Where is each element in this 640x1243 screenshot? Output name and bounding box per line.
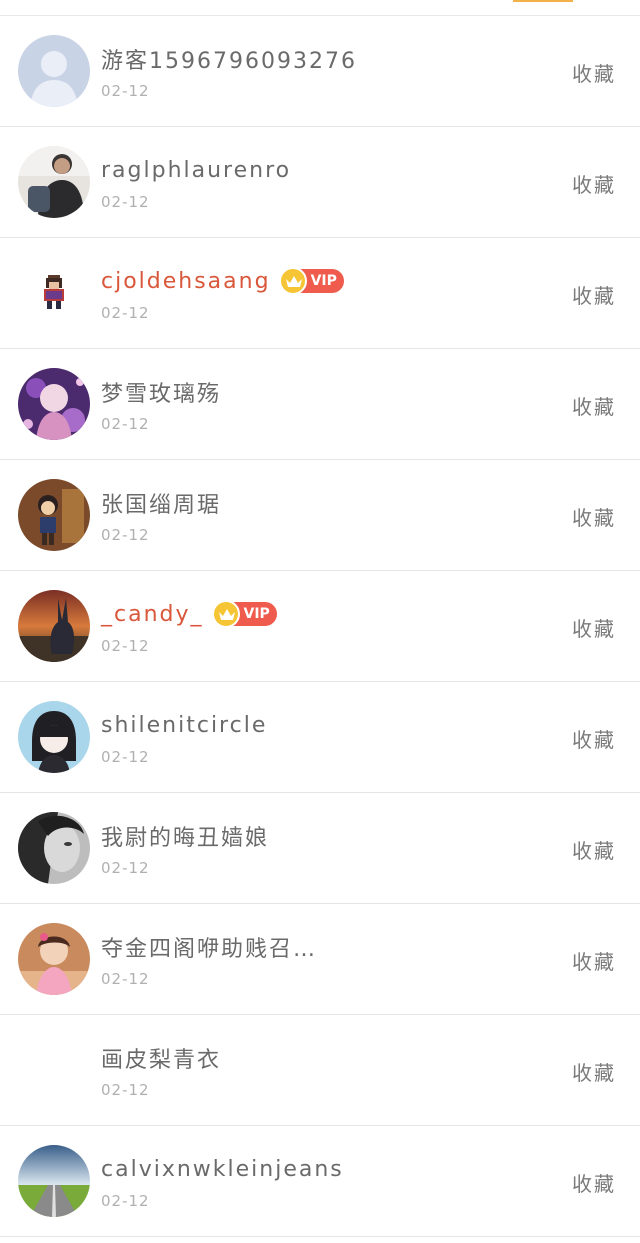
top-bar xyxy=(0,0,640,16)
vip-label: VIP xyxy=(243,606,270,622)
favorite-button[interactable]: 收藏 xyxy=(572,1168,616,1197)
favorite-button[interactable]: 收藏 xyxy=(572,391,616,420)
user-name[interactable]: 游客1596796093276 xyxy=(101,43,357,75)
anime-girl-avatar[interactable] xyxy=(18,368,90,440)
name-line: _candy_ VIP xyxy=(101,597,277,631)
vip-badge: VIP xyxy=(278,267,344,295)
favorite-button[interactable]: 收藏 xyxy=(572,946,616,975)
anime-girl-blue-avatar[interactable] xyxy=(18,701,90,773)
name-line: shilenitcircle xyxy=(101,708,267,742)
list-item[interactable]: 夺金四阁咿助贱召… 02-12 收藏 xyxy=(0,904,640,1015)
list-item[interactable]: 梦雪玫璃殇 02-12 收藏 xyxy=(0,349,640,460)
date-label: 02-12 xyxy=(101,637,150,655)
favorite-button[interactable]: 收藏 xyxy=(572,835,616,864)
user-name[interactable]: _candy_ xyxy=(101,602,204,627)
favorite-button[interactable]: 收藏 xyxy=(572,169,616,198)
list-item[interactable]: raglphlaurenro 02-12 收藏 xyxy=(0,127,640,238)
pixel-character-avatar[interactable] xyxy=(41,275,67,309)
user-name[interactable]: 画皮梨青衣 xyxy=(101,1042,221,1074)
user-name[interactable]: raglphlaurenro xyxy=(101,158,291,183)
favorite-button[interactable]: 收藏 xyxy=(572,724,616,753)
crown-icon xyxy=(278,267,307,295)
list-item[interactable]: cjoldehsaang VIP 02-12 收藏 xyxy=(0,238,640,349)
default-user-avatar[interactable] xyxy=(18,35,90,107)
name-line: raglphlaurenro xyxy=(101,153,291,187)
crown-icon xyxy=(211,600,240,628)
user-name[interactable]: shilenitcircle xyxy=(101,713,267,738)
user-name[interactable]: 夺金四阁咿助贱召… xyxy=(101,931,317,963)
name-line: cjoldehsaang VIP xyxy=(101,264,344,298)
favorite-button[interactable]: 收藏 xyxy=(572,1057,616,1086)
list-item[interactable]: 画皮梨青衣 02-12 收藏 xyxy=(0,1015,640,1126)
name-line: 梦雪玫璃殇 xyxy=(101,375,221,409)
date-label: 02-12 xyxy=(101,970,150,988)
name-line: 夺金四阁咿助贱召… xyxy=(101,930,317,964)
road-landscape-avatar[interactable] xyxy=(18,1145,90,1217)
date-label: 02-12 xyxy=(101,1192,150,1210)
photo-avatar[interactable] xyxy=(18,146,90,218)
favorite-button[interactable]: 收藏 xyxy=(572,613,616,642)
favorite-button[interactable]: 收藏 xyxy=(572,280,616,309)
user-list: 游客1596796093276 02-12 收藏 raglphlaurenro … xyxy=(0,16,640,1237)
date-label: 02-12 xyxy=(101,748,150,766)
grayscale-portrait-avatar[interactable] xyxy=(18,812,90,884)
favorite-button[interactable]: 收藏 xyxy=(572,58,616,87)
name-line: 游客1596796093276 xyxy=(101,42,357,76)
sunset-rabbit-avatar[interactable] xyxy=(18,590,90,662)
name-line: 我尉的晦丑嫱娘 xyxy=(101,819,269,853)
list-item[interactable]: _candy_ VIP 02-12 收藏 xyxy=(0,571,640,682)
user-name[interactable]: 梦雪玫璃殇 xyxy=(101,376,221,408)
date-label: 02-12 xyxy=(101,859,150,877)
tab-indicator xyxy=(513,0,573,2)
list-item[interactable]: 游客1596796093276 02-12 收藏 xyxy=(0,16,640,127)
date-label: 02-12 xyxy=(101,304,150,322)
list-item[interactable]: shilenitcircle 02-12 收藏 xyxy=(0,682,640,793)
child-photo-avatar[interactable] xyxy=(18,923,90,995)
date-label: 02-12 xyxy=(101,415,150,433)
vip-badge: VIP xyxy=(211,600,277,628)
name-line: 画皮梨青衣 xyxy=(101,1041,221,1075)
date-label: 02-12 xyxy=(101,1081,150,1099)
date-label: 02-12 xyxy=(101,193,150,211)
name-line: calvixnwkleinjeans xyxy=(101,1152,344,1186)
date-label: 02-12 xyxy=(101,82,150,100)
vip-label: VIP xyxy=(310,273,337,289)
user-name[interactable]: cjoldehsaang xyxy=(101,269,271,294)
list-item[interactable]: 我尉的晦丑嫱娘 02-12 收藏 xyxy=(0,793,640,904)
empty-avatar[interactable] xyxy=(18,1034,90,1106)
date-label: 02-12 xyxy=(101,526,150,544)
user-name[interactable]: 张国缁周琚 xyxy=(101,487,221,519)
user-name[interactable]: 我尉的晦丑嫱娘 xyxy=(101,820,269,852)
user-name[interactable]: calvixnwkleinjeans xyxy=(101,1157,344,1182)
favorite-button[interactable]: 收藏 xyxy=(572,502,616,531)
list-item[interactable]: 张国缁周琚 02-12 收藏 xyxy=(0,460,640,571)
name-line: 张国缁周琚 xyxy=(101,486,221,520)
list-item[interactable]: calvixnwkleinjeans 02-12 收藏 xyxy=(0,1126,640,1237)
cartoon-boy-avatar[interactable] xyxy=(18,479,90,551)
